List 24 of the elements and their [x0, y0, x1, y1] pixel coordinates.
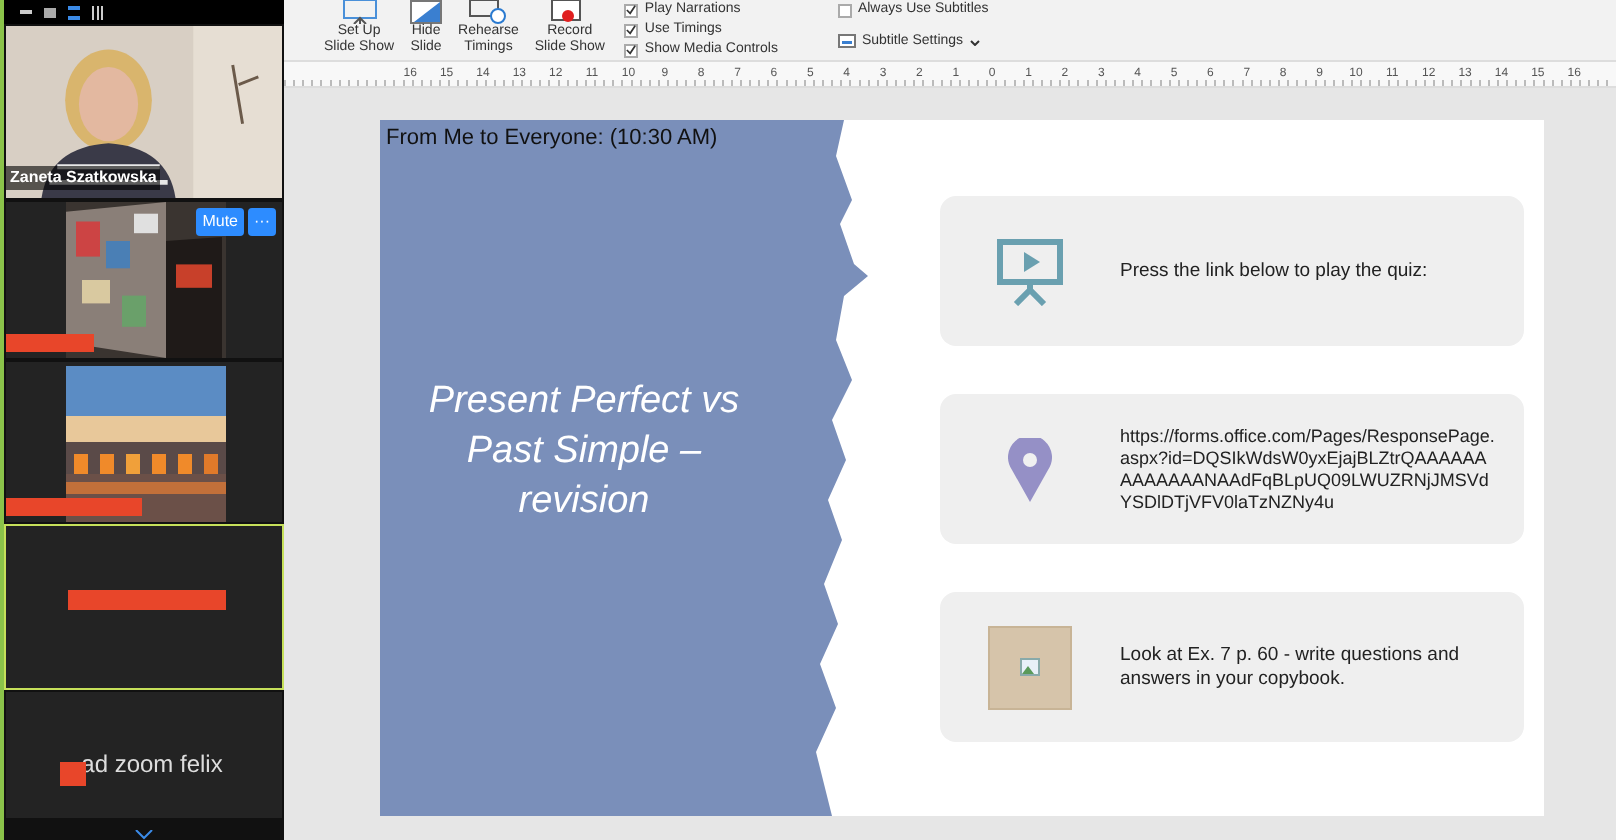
participant-name: Zaneta Szatkowska	[6, 166, 161, 190]
image-icon	[1020, 658, 1040, 676]
checkbox[interactable]	[624, 23, 639, 37]
monitor-clock-icon	[466, 0, 511, 24]
card-text: Look at Ex. 7 p. 60 - write questions and answers in your copybook.	[1120, 643, 1462, 691]
speaker-view-icon[interactable]	[68, 5, 80, 19]
caret-icon	[969, 39, 980, 45]
participant-tile[interactable]	[4, 360, 284, 524]
slide-icon	[410, 0, 443, 24]
presentation-icon	[996, 237, 1064, 305]
location-pin-icon	[1008, 437, 1052, 501]
chevron-down-icon[interactable]	[134, 830, 154, 840]
checkbox[interactable]	[837, 3, 852, 17]
slide-title: Present Perfect vs Past Simple – revision	[426, 378, 742, 526]
gallery-view-icon[interactable]	[92, 5, 106, 19]
restore-icon[interactable]	[44, 7, 56, 17]
projector-screen-icon	[337, 0, 382, 24]
checkbox[interactable]	[624, 3, 639, 17]
quiz-link[interactable]: https://forms.office.com/Pages/ResponsePage.aspx?id=DQSIkWdsW0yxEjajBLZtrQAAAAAAAAAAAAANAAdFqBLpUQ09LWUZRNjJMSVdYSDlDTjVFV0laTzNZNy4u	[1120, 425, 1496, 513]
participant-tile[interactable]: Zaneta Szatkowska	[4, 24, 284, 200]
checkbox[interactable]	[624, 43, 639, 57]
chat-message: From Me to Everyone: (10:30 AM)	[384, 124, 720, 152]
subtitle-icon	[837, 34, 856, 50]
card-text: Press the link below to play the quiz:	[1120, 259, 1430, 283]
